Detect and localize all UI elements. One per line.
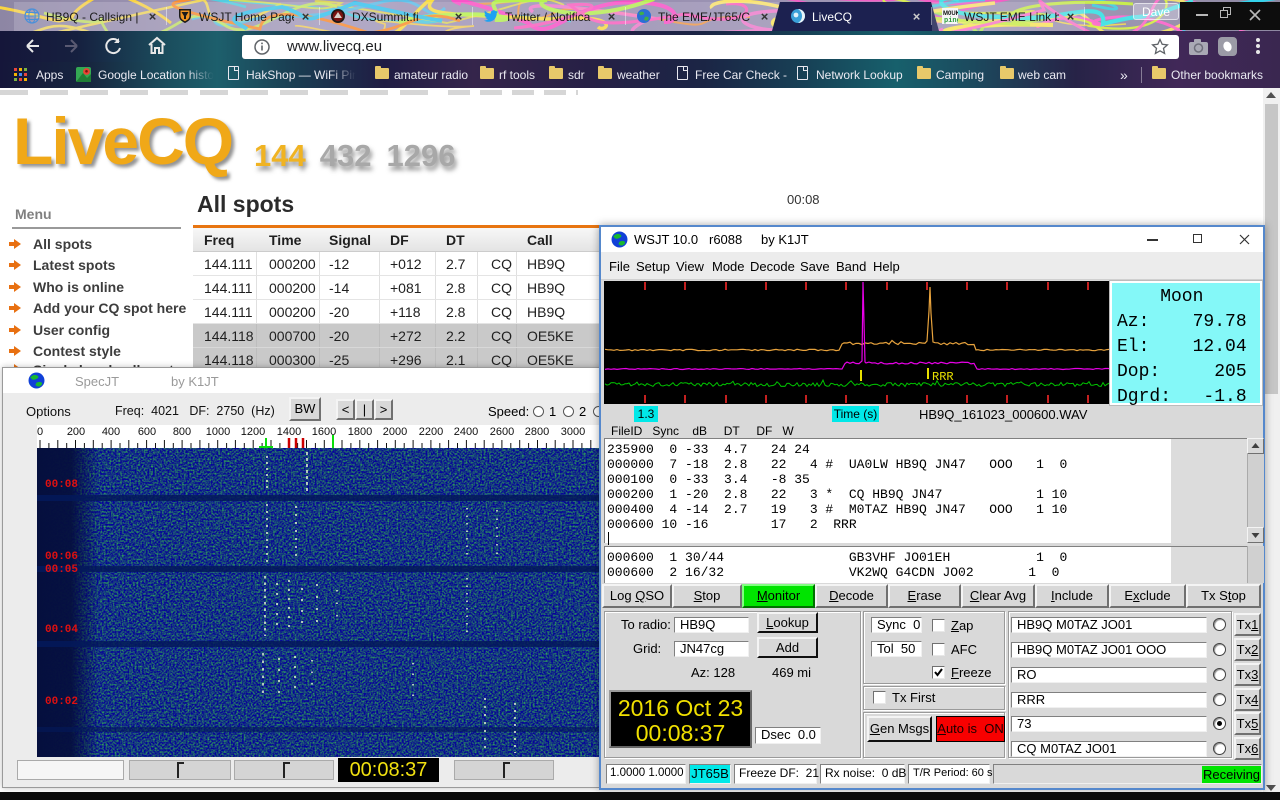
svg-text:RRR: RRR: [932, 370, 954, 384]
svg-text:2000: 2000: [383, 426, 407, 438]
svg-text:1000: 1000: [206, 426, 230, 438]
svg-text:1800: 1800: [348, 426, 372, 438]
svg-text:1400: 1400: [277, 426, 301, 438]
svg-text:ping: ping: [944, 17, 958, 24]
svg-text:1200: 1200: [241, 426, 265, 438]
svg-text:600: 600: [138, 426, 156, 438]
svg-text:0: 0: [37, 426, 43, 438]
svg-text:800: 800: [173, 426, 191, 438]
svg-text:3000: 3000: [561, 426, 585, 438]
svg-text:200: 200: [67, 426, 85, 438]
svg-text:2600: 2600: [490, 426, 514, 438]
svg-text:2400: 2400: [454, 426, 478, 438]
svg-text:2200: 2200: [419, 426, 443, 438]
svg-text:400: 400: [102, 426, 120, 438]
svg-text:2800: 2800: [525, 426, 549, 438]
